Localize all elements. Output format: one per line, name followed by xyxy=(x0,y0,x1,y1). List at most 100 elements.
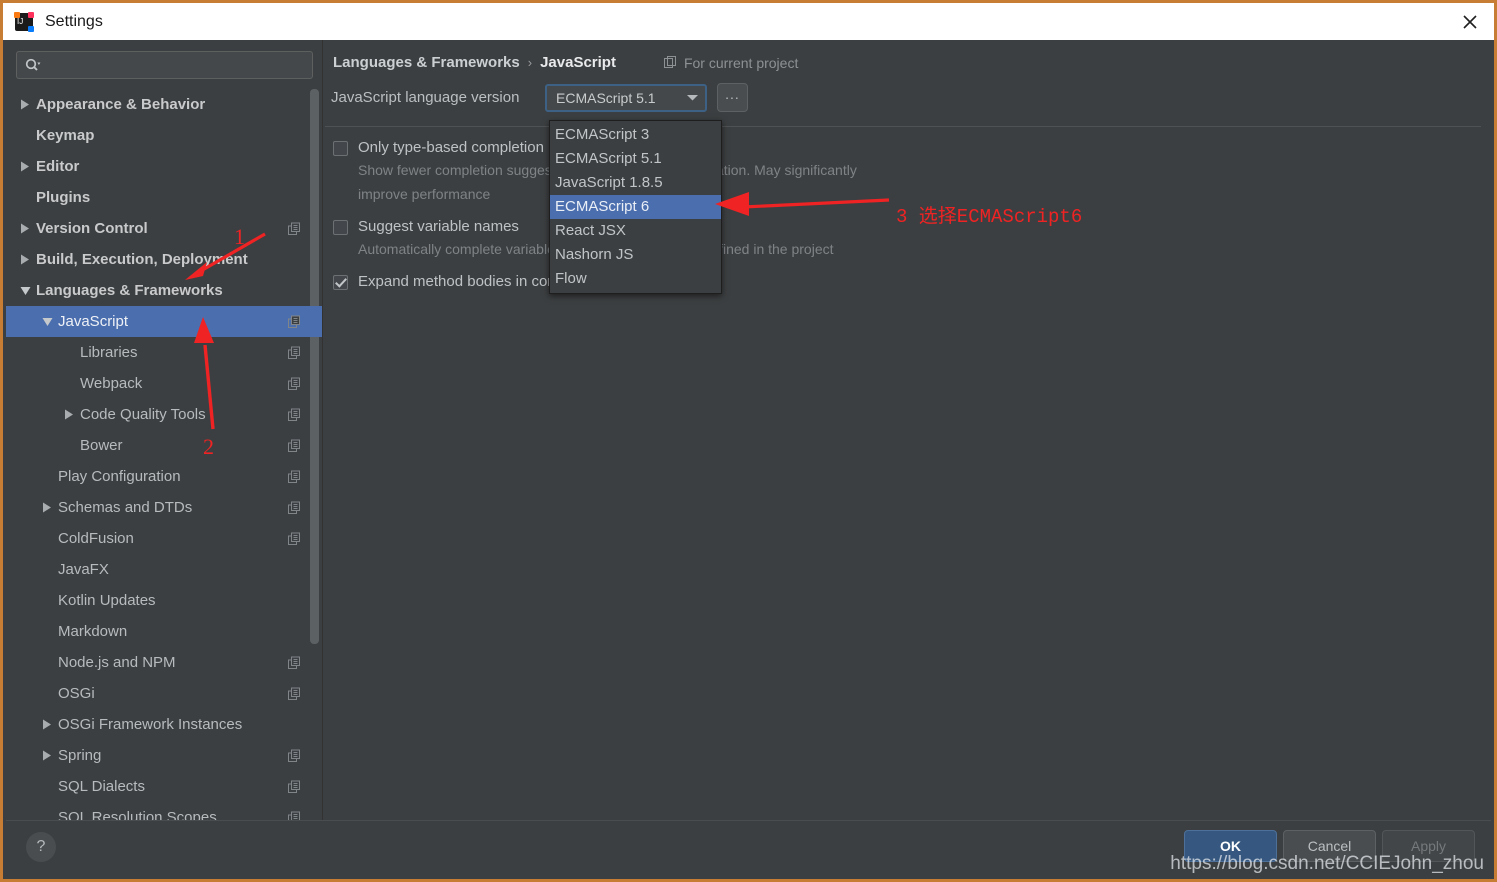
option-row: Only type-based completion xyxy=(333,139,1491,156)
annotation-marker-1: 1 xyxy=(234,224,245,249)
sidebar-item-javafx[interactable]: JavaFX xyxy=(6,554,323,585)
chevron-right-icon[interactable] xyxy=(36,750,58,761)
close-icon[interactable] xyxy=(1446,3,1494,40)
sidebar-item-label: Build, Execution, Deployment xyxy=(36,251,248,268)
sidebar-item-osgi[interactable]: OSGi xyxy=(6,678,323,709)
sidebar-item-label: ColdFusion xyxy=(58,530,134,547)
sidebar-item-label: Keymap xyxy=(36,127,95,144)
chevron-down-icon[interactable] xyxy=(36,317,58,327)
dialog-footer: ? OK Cancel Apply xyxy=(6,820,1491,876)
title-bar: Settings xyxy=(3,3,1494,40)
breadcrumb-parent[interactable]: Languages & Frameworks xyxy=(333,54,520,71)
project-scope-icon xyxy=(288,656,301,669)
intellij-idea-icon xyxy=(14,11,34,32)
sidebar-item-label: Plugins xyxy=(36,189,91,206)
sidebar-item-kotlin-updates[interactable]: Kotlin Updates xyxy=(6,585,323,616)
sidebar-item-label: Appearance & Behavior xyxy=(36,96,206,113)
sidebar-item-webpack[interactable]: Webpack xyxy=(6,368,323,399)
dropdown-option-ecmascript-6[interactable]: ECMAScript 6 xyxy=(550,195,721,219)
project-scope-icon xyxy=(288,532,301,545)
sidebar-item-coldfusion[interactable]: ColdFusion xyxy=(6,523,323,554)
language-version-combobox[interactable]: ECMAScript 5.1 xyxy=(545,83,707,112)
help-button[interactable]: ? xyxy=(26,832,56,862)
settings-sidebar: Appearance & Behavior Keymap Editor Plugins… xyxy=(6,40,323,824)
checkbox-only-type-based-completion[interactable] xyxy=(333,141,348,156)
sidebar-item-play-configuration[interactable]: Play Configuration xyxy=(6,461,323,492)
search-icon xyxy=(25,58,41,72)
sidebar-item-javascript[interactable]: JavaScript xyxy=(6,306,323,337)
project-scope-icon xyxy=(288,687,301,700)
option-label[interactable]: Suggest variable names xyxy=(358,218,519,235)
ok-button[interactable]: OK xyxy=(1184,830,1277,862)
chevron-down-icon[interactable] xyxy=(14,286,36,296)
project-scope-note: For current project xyxy=(663,55,798,71)
sidebar-item-label: Node.js and NPM xyxy=(58,654,176,671)
project-scope-icon xyxy=(288,749,301,762)
language-version-label: JavaScript language version xyxy=(331,89,520,106)
language-version-value: ECMAScript 5.1 xyxy=(556,89,656,106)
sidebar-item-appearance-behavior[interactable]: Appearance & Behavior xyxy=(6,89,323,120)
language-version-row: JavaScript language version ECMAScript 5… xyxy=(323,71,1491,112)
project-scope-icon xyxy=(288,439,301,452)
dropdown-option-ecmascript-5-1[interactable]: ECMAScript 5.1 xyxy=(550,147,721,171)
checkbox-expand-method-bodies-in-completion-for-overrides[interactable] xyxy=(333,275,348,290)
sidebar-item-version-control[interactable]: Version Control xyxy=(6,213,323,244)
sidebar-item-label: OSGi Framework Instances xyxy=(58,716,243,733)
project-scope-icon xyxy=(288,346,301,359)
sidebar-item-label: Spring xyxy=(58,747,102,764)
project-scope-icon xyxy=(288,501,301,514)
sidebar-item-node-js-and-npm[interactable]: Node.js and NPM xyxy=(6,647,323,678)
sidebar-item-label: SQL Dialects xyxy=(58,778,145,795)
sidebar-item-code-quality-tools[interactable]: Code Quality Tools xyxy=(6,399,323,430)
dropdown-option-javascript-1-8-5[interactable]: JavaScript 1.8.5 xyxy=(550,171,721,195)
dropdown-option-ecmascript-3[interactable]: ECMAScript 3 xyxy=(550,123,721,147)
chevron-down-icon xyxy=(686,93,699,102)
sidebar-item-label: JavaFX xyxy=(58,561,109,578)
sidebar-item-plugins[interactable]: Plugins xyxy=(6,182,323,213)
option-label[interactable]: Only type-based completion xyxy=(358,139,544,156)
checkbox-suggest-variable-names[interactable] xyxy=(333,220,348,235)
sidebar-item-languages-frameworks[interactable]: Languages & Frameworks xyxy=(6,275,323,306)
chevron-right-icon[interactable] xyxy=(14,254,36,265)
search-input[interactable] xyxy=(45,56,304,74)
sidebar-item-label: Schemas and DTDs xyxy=(58,499,193,516)
dropdown-option-flow[interactable]: Flow xyxy=(550,267,721,291)
sidebar-item-label: Editor xyxy=(36,158,80,175)
chevron-right-icon[interactable] xyxy=(58,409,80,420)
sidebar-item-label: JavaScript xyxy=(58,313,129,330)
sidebar-item-keymap[interactable]: Keymap xyxy=(6,120,323,151)
chevron-right-icon[interactable] xyxy=(14,99,36,110)
project-scope-icon xyxy=(288,315,301,328)
window-title: Settings xyxy=(45,12,103,30)
search-box[interactable] xyxy=(16,51,313,79)
sidebar-item-build-execution-deployment[interactable]: Build, Execution, Deployment xyxy=(6,244,323,275)
sidebar-item-label: Bower xyxy=(80,437,123,454)
sidebar-item-markdown[interactable]: Markdown xyxy=(6,616,323,647)
dropdown-option-react-jsx[interactable]: React JSX xyxy=(550,219,721,243)
sidebar-item-label: Code Quality Tools xyxy=(80,406,206,423)
language-version-dropdown[interactable]: ECMAScript 3 ECMAScript 5.1 JavaScript 1.8… xyxy=(549,120,722,294)
settings-dialog: Settings Appearance & Behavior Keymap Edit… xyxy=(0,0,1497,882)
sidebar-item-libraries[interactable]: Libraries xyxy=(6,337,323,368)
browse-button[interactable]: ... xyxy=(717,83,748,112)
chevron-right-icon[interactable] xyxy=(36,502,58,513)
search-container xyxy=(6,40,323,79)
chevron-right-icon[interactable] xyxy=(14,223,36,234)
sidebar-item-editor[interactable]: Editor xyxy=(6,151,323,182)
sidebar-item-bower[interactable]: Bower xyxy=(6,430,323,461)
breadcrumb-current: JavaScript xyxy=(540,54,616,71)
chevron-right-icon[interactable] xyxy=(14,161,36,172)
cancel-button[interactable]: Cancel xyxy=(1283,830,1376,862)
sidebar-item-spring[interactable]: Spring xyxy=(6,740,323,771)
dropdown-option-nashorn-js[interactable]: Nashorn JS xyxy=(550,243,721,267)
chevron-right-icon[interactable] xyxy=(36,719,58,730)
sidebar-item-osgi-framework-instances[interactable]: OSGi Framework Instances xyxy=(6,709,323,740)
project-scope-icon xyxy=(288,222,301,235)
sidebar-item-schemas-and-dtds[interactable]: Schemas and DTDs xyxy=(6,492,323,523)
project-scope-icon xyxy=(288,780,301,793)
sidebar-item-label: Markdown xyxy=(58,623,128,640)
sidebar-item-sql-dialects[interactable]: SQL Dialects xyxy=(6,771,323,802)
sidebar-item-label: Libraries xyxy=(80,344,138,361)
project-scope-icon xyxy=(663,56,677,69)
